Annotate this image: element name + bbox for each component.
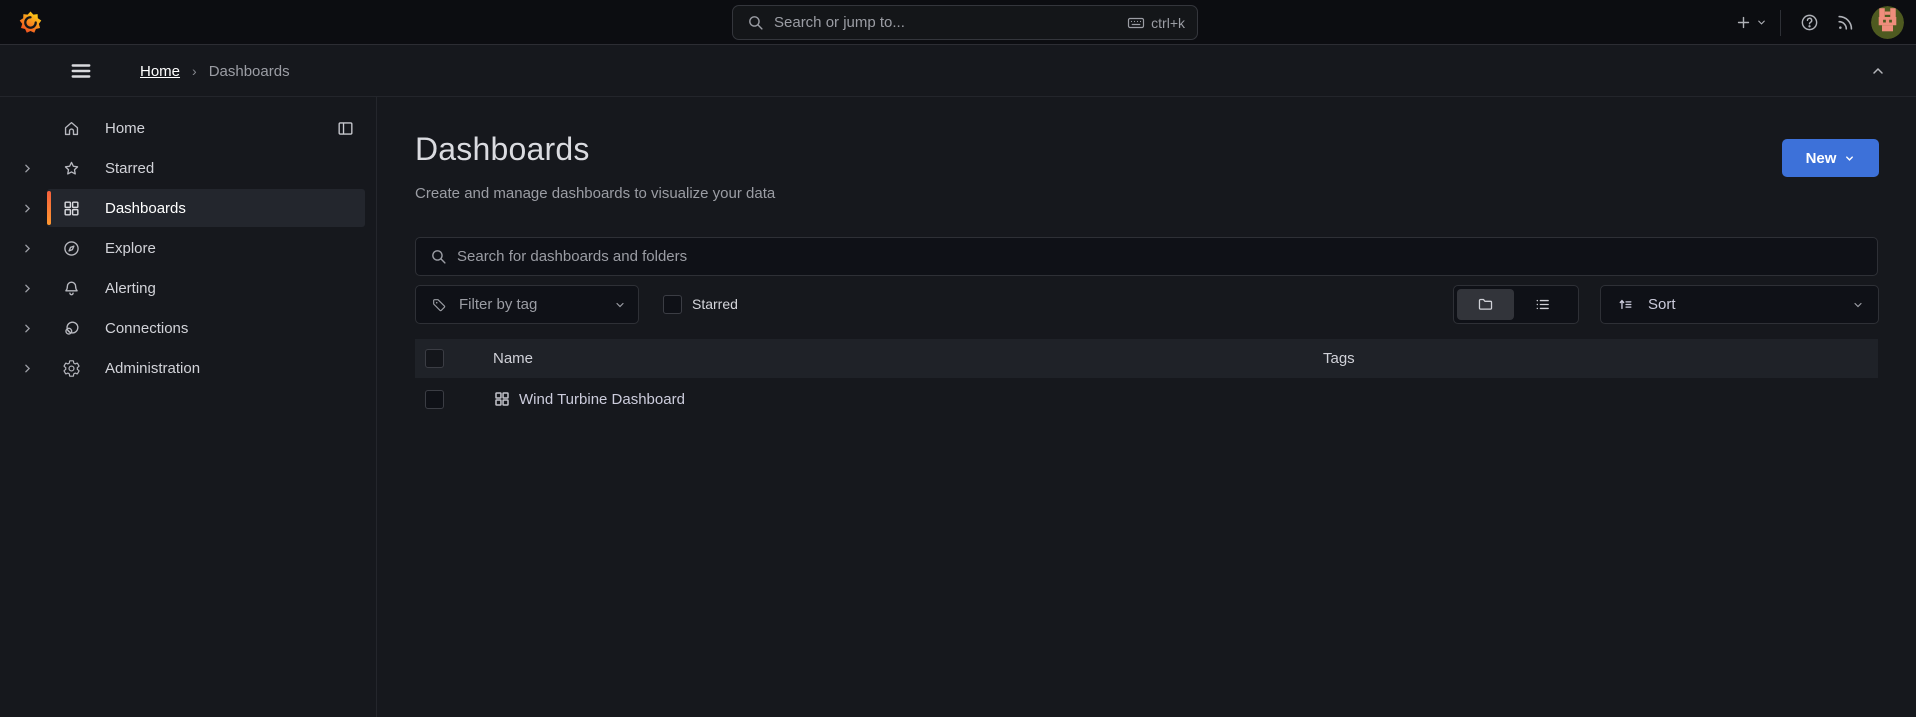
global-search[interactable]: ctrl+k — [732, 5, 1198, 40]
column-header-name[interactable]: Name — [493, 350, 533, 367]
help-icon — [1800, 13, 1819, 32]
sidebar-item-label: Home — [105, 120, 145, 137]
sidebar-item-explore[interactable]: Explore — [0, 228, 376, 268]
new-button[interactable]: New — [1782, 139, 1879, 177]
starred-checkbox-label[interactable]: Starred — [692, 296, 738, 312]
page-subtitle: Create and manage dashboards to visualiz… — [415, 185, 775, 202]
view-mode-toggle — [1453, 285, 1579, 324]
select-all-checkbox[interactable] — [425, 349, 444, 368]
sidebar-item-label: Explore — [105, 240, 156, 257]
sidebar-item-label: Starred — [105, 160, 154, 177]
sidebar-item-home[interactable]: Home — [0, 108, 376, 148]
dashboard-search-box — [415, 237, 1878, 276]
gear-icon — [61, 358, 81, 378]
filter-by-tag-label: Filter by tag — [459, 296, 614, 313]
hamburger-icon — [68, 60, 94, 82]
sidebar-item-starred[interactable]: Starred — [0, 148, 376, 188]
folder-view-button[interactable] — [1457, 289, 1514, 320]
chevron-right-icon[interactable] — [18, 199, 36, 217]
sidebar-item-administration[interactable]: Administration — [0, 348, 376, 388]
compass-icon — [61, 238, 81, 258]
breadcrumb-bar: Home › Dashboards — [0, 46, 1916, 97]
home-icon — [61, 118, 81, 138]
chevron-right-icon[interactable] — [18, 159, 36, 177]
column-header-tags[interactable]: Tags — [1323, 350, 1355, 367]
sort-label: Sort — [1648, 296, 1852, 313]
dashboards-table: Name Tags Wind Turbine Dashboard — [415, 339, 1878, 420]
topbar-actions — [1732, 0, 1904, 45]
help-button[interactable] — [1791, 8, 1827, 38]
dock-menu-button[interactable] — [332, 115, 358, 141]
rss-icon — [1836, 13, 1855, 32]
active-item-accent-bar — [47, 191, 51, 225]
search-icon — [747, 14, 764, 31]
chevron-down-icon — [1844, 153, 1855, 164]
mega-menu-sidebar: Home Starred — [0, 97, 377, 717]
chevron-down-icon — [1852, 299, 1864, 311]
apps-icon — [61, 198, 81, 218]
active-item-highlight — [47, 189, 365, 227]
sidebar-item-label: Alerting — [105, 280, 156, 297]
bell-icon — [61, 278, 81, 298]
main-content: Dashboards Create and manage dashboards … — [378, 97, 1916, 717]
dashboard-search-input[interactable] — [457, 248, 1863, 265]
grafana-app: ctrl+k — [0, 0, 1916, 717]
chevron-right-icon[interactable] — [18, 359, 36, 377]
sidebar-item-dashboards[interactable]: Dashboards — [0, 188, 376, 228]
dock-panel-icon — [336, 119, 355, 138]
page-title: Dashboards — [415, 131, 590, 168]
new-menu-button[interactable] — [1732, 8, 1770, 38]
top-bar: ctrl+k — [0, 0, 1916, 45]
folder-icon — [1477, 296, 1494, 313]
plug-icon — [61, 318, 81, 338]
breadcrumb-separator-icon: › — [192, 63, 197, 79]
user-avatar[interactable] — [1871, 6, 1904, 39]
sidebar-item-label: Administration — [105, 360, 200, 377]
tag-icon — [431, 297, 447, 313]
global-search-input[interactable] — [774, 14, 1127, 31]
topbar-divider — [1780, 10, 1781, 36]
breadcrumb: Home › Dashboards — [140, 63, 290, 80]
sidebar-item-alerting[interactable]: Alerting — [0, 268, 376, 308]
grafana-logo-icon[interactable] — [17, 9, 44, 36]
mega-menu-toggle[interactable] — [64, 56, 98, 86]
chevron-right-icon[interactable] — [18, 319, 36, 337]
chevron-right-icon[interactable] — [18, 239, 36, 257]
collapse-toolbar-button[interactable] — [1862, 56, 1894, 86]
sidebar-item-label: Connections — [105, 320, 188, 337]
sidebar-item-connections[interactable]: Connections — [0, 308, 376, 348]
breadcrumb-current: Dashboards — [209, 63, 290, 80]
table-header-row: Name Tags — [415, 339, 1878, 378]
search-icon — [430, 248, 447, 265]
star-icon — [61, 158, 81, 178]
sort-icon — [1617, 296, 1634, 313]
sort-dropdown[interactable]: Sort — [1600, 285, 1879, 324]
row-checkbox[interactable] — [425, 390, 444, 409]
filter-by-tag-dropdown[interactable]: Filter by tag — [415, 285, 639, 324]
starred-checkbox[interactable] — [663, 295, 682, 314]
news-rss-button[interactable] — [1827, 8, 1863, 38]
plus-icon — [1735, 14, 1752, 31]
chevron-down-icon — [1756, 17, 1767, 28]
list-view-button[interactable] — [1514, 289, 1571, 320]
chevron-down-icon — [614, 299, 626, 311]
keyboard-icon — [1127, 14, 1145, 32]
apps-icon — [493, 390, 511, 408]
chevron-up-icon — [1870, 63, 1886, 79]
dashboard-name-link[interactable]: Wind Turbine Dashboard — [519, 391, 685, 408]
chevron-right-icon[interactable] — [18, 279, 36, 297]
table-row[interactable]: Wind Turbine Dashboard — [415, 378, 1878, 420]
breadcrumb-home-link[interactable]: Home — [140, 63, 180, 80]
list-icon — [1534, 296, 1551, 313]
filter-toolbar: Filter by tag Starred — [415, 285, 1878, 324]
sidebar-item-label: Dashboards — [105, 200, 186, 217]
keyboard-shortcut-badge: ctrl+k — [1127, 14, 1185, 32]
